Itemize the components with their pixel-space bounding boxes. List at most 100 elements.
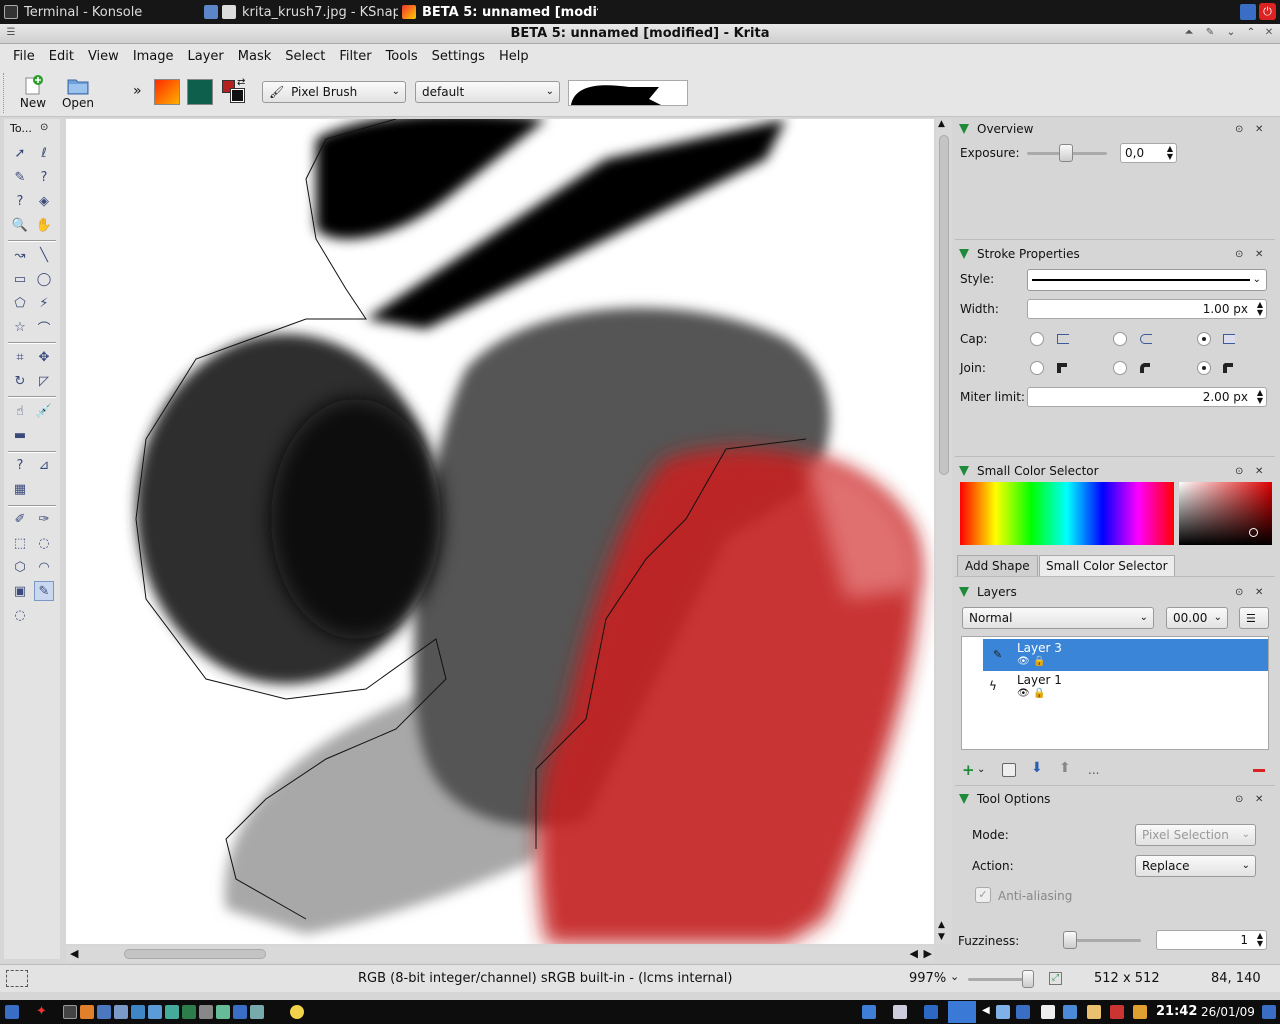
app-launcher-icon-5[interactable]	[182, 1005, 196, 1019]
konsole-launcher-icon[interactable]	[63, 1005, 77, 1019]
cap-round-radio[interactable]	[1113, 332, 1127, 346]
duplicate-layer-icon[interactable]	[1002, 763, 1016, 777]
canvas-vertical-scrollbar[interactable]: ▲ ▲ ▼	[936, 119, 952, 944]
bezier-tool-icon[interactable]: ↝	[10, 245, 30, 265]
lasso-select-tool-icon[interactable]: ◠	[34, 557, 54, 577]
zoom-to-fit-icon[interactable]: ⤢	[1049, 972, 1062, 985]
layers-docker-header[interactable]: Layers ⊙ ✕	[955, 582, 1275, 602]
app-launcher-icon-2[interactable]	[131, 1005, 145, 1019]
tray-icon-9[interactable]	[1110, 1005, 1124, 1019]
lock-icon[interactable]: 🔒	[1033, 688, 1045, 699]
join-bevel-radio[interactable]	[1197, 361, 1211, 375]
magnetic-select-tool-icon[interactable]: ◌	[10, 605, 30, 625]
tab-add-shape[interactable]: Add Shape	[957, 555, 1038, 576]
menu-help[interactable]: Help	[492, 49, 536, 64]
app-launcher-icon-8[interactable]	[233, 1005, 247, 1019]
layer-row-layer-1[interactable]: ϟ Layer 1 👁 🔒	[983, 671, 1268, 703]
move-layer-down-icon[interactable]: ⬇	[1031, 760, 1043, 776]
menu-view[interactable]: View	[81, 49, 126, 64]
spin-arrows-icon[interactable]: ▲ ▼	[1167, 145, 1173, 161]
gradient-selector[interactable]	[154, 79, 180, 105]
transform-tool-icon[interactable]: ↻	[10, 371, 30, 391]
task-ksnapshot[interactable]: krita_krush7.jpg - KSnaps	[200, 0, 398, 24]
app-launcher-icon-3[interactable]	[148, 1005, 162, 1019]
canvas-horizontal-scrollbar[interactable]: ◀ ◀ ▶	[66, 946, 934, 962]
tray-icon-3[interactable]	[924, 1005, 938, 1019]
freehand-brush-tool-icon[interactable]: ✎	[10, 167, 30, 187]
spin-arrows-icon[interactable]: ▲ ▼	[1257, 389, 1263, 405]
tool-options-docker-header[interactable]: Tool Options ⊙ ✕	[955, 789, 1275, 809]
tray-expand-icon[interactable]: ◀	[982, 1005, 990, 1016]
move-layer-up-icon[interactable]: ⬆	[1059, 760, 1071, 776]
app-launcher-icon-9[interactable]	[250, 1005, 264, 1019]
collapse-icon[interactable]	[959, 124, 969, 134]
scroll-up-icon-2[interactable]: ▲	[938, 920, 945, 930]
unknown-tool-icon-2[interactable]: ?	[10, 191, 30, 211]
panel-date[interactable]: 26/01/09	[1201, 1005, 1255, 1019]
shutdown-icon[interactable]: ⏻	[1259, 3, 1276, 20]
layer-view-mode-button[interactable]: ☰	[1239, 607, 1269, 629]
unknown-tool-icon[interactable]: ?	[34, 167, 54, 187]
join-miter-radio[interactable]	[1030, 361, 1044, 375]
settings-launcher-icon[interactable]	[114, 1005, 128, 1019]
app-launcher-icon-6[interactable]	[199, 1005, 213, 1019]
toolbar-more-button[interactable]: »	[133, 83, 142, 99]
close-icon[interactable]: ✕	[1262, 26, 1276, 40]
remove-layer-icon[interactable]	[1253, 769, 1265, 772]
saturation-value-square[interactable]	[1179, 482, 1272, 545]
open-button[interactable]: Open	[57, 73, 99, 113]
color-picker-tool-icon[interactable]: 💉	[34, 401, 54, 421]
brush-preset-combo[interactable]: 🖌 Pixel Brush ⌄	[262, 81, 406, 103]
brush-shape-preview[interactable]	[568, 80, 688, 106]
join-round-radio[interactable]	[1113, 361, 1127, 375]
selection-mode-combo[interactable]: Pixel Selection ⌄	[1135, 824, 1256, 846]
select-shapes-tool-icon[interactable]: ➚	[10, 143, 30, 163]
tray-icon-1[interactable]	[862, 1005, 876, 1019]
tray-icon-2[interactable]	[893, 1005, 907, 1019]
collapse-icon[interactable]	[959, 466, 969, 476]
fuzziness-slider-handle[interactable]	[1063, 931, 1077, 949]
window-menu-icon[interactable]: ☰	[4, 26, 18, 40]
canvas[interactable]	[66, 119, 934, 944]
menu-file[interactable]: File	[6, 49, 42, 64]
visibility-icon[interactable]: 👁	[1017, 656, 1030, 667]
tray-icon-7[interactable]	[1063, 1005, 1077, 1019]
fill-tool-icon[interactable]: ◈	[34, 191, 54, 211]
background-color-swatch[interactable]	[230, 88, 245, 103]
toolbar-handle[interactable]	[3, 73, 6, 113]
gradient-tool-icon[interactable]: ▬	[10, 425, 30, 445]
line-tool-icon[interactable]: ╲	[34, 245, 54, 265]
app-launcher-icon-4[interactable]	[165, 1005, 179, 1019]
similar-select-tool-icon[interactable]: ▣	[10, 581, 30, 601]
polyline-tool-icon[interactable]: ⚡	[34, 293, 54, 313]
star-tool-icon[interactable]: ☆	[10, 317, 30, 337]
rectangle-tool-icon[interactable]: ▭	[10, 269, 30, 289]
stroke-style-combo[interactable]: ⌄	[1027, 269, 1267, 291]
swap-colors-icon[interactable]: ⇄	[237, 77, 245, 88]
close-icon[interactable]: ✕	[1255, 794, 1263, 805]
kde-menu-icon[interactable]	[5, 1005, 19, 1019]
menu-settings[interactable]: Settings	[425, 49, 492, 64]
pin-icon[interactable]: ✎	[1203, 26, 1217, 40]
task-krita[interactable]: BETA 5: unnamed [modifi	[398, 0, 598, 24]
pattern-selector[interactable]	[187, 79, 213, 105]
chevron-down-icon[interactable]: ⌄	[950, 970, 959, 983]
ellipse-select-tool-icon[interactable]: ◌	[34, 533, 54, 553]
vertical-scroll-thumb[interactable]	[939, 135, 949, 475]
blend-mode-combo[interactable]: Normal ⌄	[962, 607, 1154, 629]
panel-clock[interactable]: 21:42	[1156, 1004, 1197, 1019]
toolbox-float-icon[interactable]: ⊙	[40, 122, 48, 133]
collapse-icon[interactable]	[959, 249, 969, 259]
tray-icon-6[interactable]	[1041, 1005, 1055, 1019]
antialiasing-checkbox[interactable]: ✓	[975, 887, 991, 903]
grid-tool-icon[interactable]: ▦	[10, 479, 30, 499]
selection-eraser-tool-icon[interactable]: ✑	[34, 509, 54, 529]
app-launcher-icon-7[interactable]	[216, 1005, 230, 1019]
menu-select[interactable]: Select	[278, 49, 332, 64]
horizontal-scroll-thumb[interactable]	[124, 949, 266, 959]
scroll-up-icon[interactable]: ▲	[938, 119, 945, 129]
menu-layer[interactable]: Layer	[181, 49, 231, 64]
pan-tool-icon[interactable]: ✋	[34, 215, 54, 235]
visibility-icon[interactable]: 👁	[1017, 688, 1030, 699]
perspective-tool-icon[interactable]: ◸	[34, 371, 54, 391]
